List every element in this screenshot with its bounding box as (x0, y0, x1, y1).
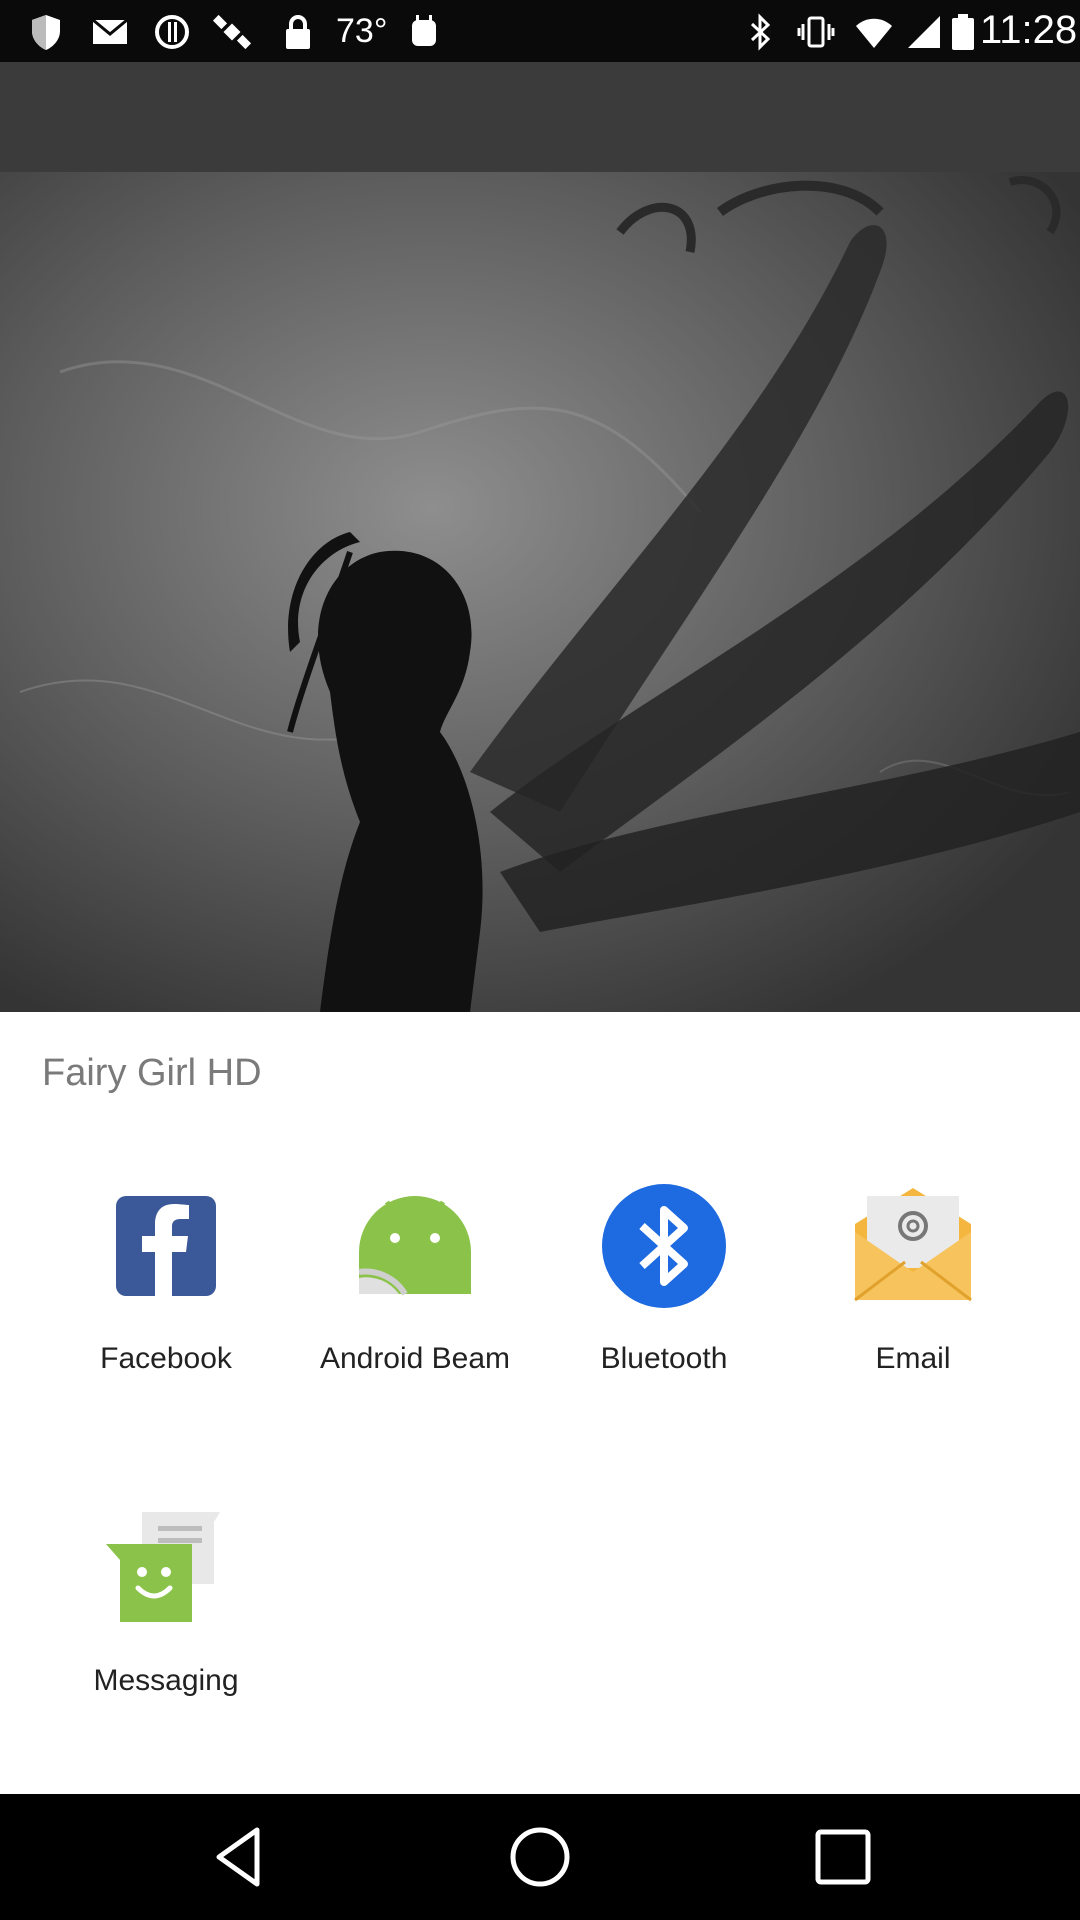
clock-text: 11:28 (980, 8, 1078, 52)
lock-icon (286, 15, 310, 49)
signal-icon (908, 16, 940, 48)
back-icon[interactable] (205, 1822, 275, 1892)
share-sheet: Fairy Girl HD Facebook Android Beam Blue… (0, 1012, 1080, 1794)
bluetooth-icon (750, 13, 771, 51)
temperature-text: 73° (336, 12, 388, 50)
share-target-email[interactable]: Email (803, 1182, 1023, 1402)
share-target-label: Bluetooth (600, 1342, 728, 1375)
share-target-label: Android Beam (319, 1342, 511, 1375)
fairy-wallpaper-image (0, 172, 1080, 1012)
android-beam-icon (358, 1196, 471, 1296)
share-target-label: Messaging (93, 1664, 239, 1697)
vibrate-icon (797, 16, 835, 48)
status-bar: 73° 11:28 (0, 0, 1080, 62)
share-sheet-title: Fairy Girl HD (42, 1052, 262, 1094)
wifi-icon (856, 18, 892, 48)
share-target-facebook[interactable]: Facebook (56, 1182, 276, 1402)
share-target-android-beam[interactable]: Android Beam (305, 1182, 525, 1402)
home-icon[interactable] (505, 1822, 575, 1892)
app-toolbar (0, 62, 1080, 172)
sync-icon (155, 15, 189, 49)
share-target-label: Facebook (100, 1342, 232, 1375)
bluetooth-icon (602, 1184, 726, 1308)
shield-icon (32, 15, 60, 50)
satellite-icon (212, 14, 252, 50)
email-icon (854, 1188, 972, 1302)
mail-icon (92, 18, 128, 44)
recents-icon[interactable] (808, 1822, 878, 1892)
share-target-bluetooth[interactable]: Bluetooth (554, 1182, 774, 1402)
battery-icon (952, 14, 974, 50)
facebook-icon (116, 1196, 216, 1296)
navigation-bar (0, 1794, 1080, 1920)
share-target-label: Email (875, 1342, 951, 1375)
wallpaper-preview (0, 172, 1080, 1012)
share-target-messaging[interactable]: Messaging (56, 1504, 276, 1724)
android-debug-icon (412, 15, 436, 46)
messaging-icon (106, 1512, 220, 1622)
